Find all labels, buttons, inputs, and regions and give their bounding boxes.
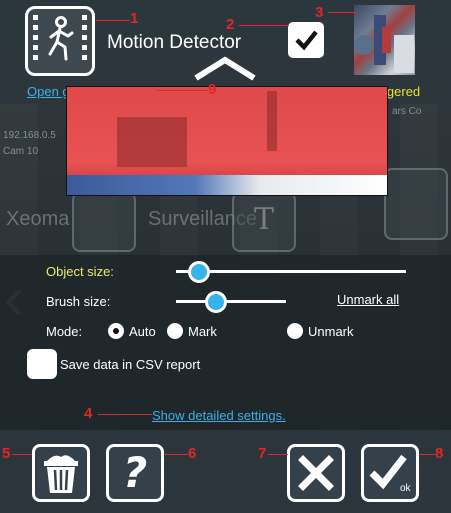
- callout-4: 4: [84, 405, 93, 422]
- question-mark-icon: ?: [122, 448, 148, 497]
- callout-line-9: [156, 90, 208, 91]
- callout-8: 8: [435, 445, 444, 462]
- help-button[interactable]: ?: [106, 444, 164, 502]
- callout-line-1: [96, 20, 130, 21]
- callout-7: 7: [258, 445, 267, 462]
- mode-auto-label[interactable]: Auto: [129, 324, 156, 339]
- callout-3: 3: [315, 4, 324, 21]
- csv-report-label: Save data in CSV report: [60, 357, 201, 372]
- enable-checkbox[interactable]: [288, 22, 324, 58]
- callout-line-5: [12, 454, 32, 455]
- page-title: Motion Detector: [107, 32, 242, 53]
- radio-selected-dot: [113, 328, 119, 334]
- settings-panel: [0, 255, 451, 430]
- camera-thumbnail: [354, 5, 415, 75]
- mode-unmark-radio[interactable]: [287, 323, 303, 339]
- unmarked-zone: [67, 175, 387, 195]
- brush-size-track[interactable]: [176, 300, 286, 303]
- bg-cam-text: Cam 10: [3, 146, 39, 157]
- cancel-button[interactable]: [287, 444, 345, 502]
- callout-line-7: [268, 454, 288, 455]
- object-size-label: Object size:: [46, 264, 114, 279]
- mode-auto-radio[interactable]: [108, 323, 124, 339]
- delete-button[interactable]: [32, 444, 90, 502]
- callout-5: 5: [2, 445, 11, 462]
- close-icon: [298, 455, 334, 491]
- bg-side-text: ars Co: [392, 106, 422, 117]
- bg-text-icon: T: [232, 192, 296, 252]
- callout-line-4: [98, 414, 152, 415]
- object-size-slider-handle[interactable]: [188, 261, 210, 283]
- bg-ip-text: 192.168.0.5: [3, 130, 56, 141]
- brush-size-slider-handle[interactable]: [204, 291, 227, 313]
- callout-line-3: [328, 12, 358, 13]
- callout-6: 6: [188, 445, 197, 462]
- callout-1: 1: [130, 10, 139, 27]
- object-size-track[interactable]: [176, 270, 406, 273]
- callout-line-6: [164, 454, 188, 455]
- callout-line-8: [419, 454, 435, 455]
- ok-label: ok: [400, 483, 411, 494]
- bg-camera-icon: [72, 192, 136, 252]
- marked-zone: [67, 87, 387, 175]
- callout-2: 2: [226, 16, 235, 33]
- mode-label: Mode:: [46, 324, 83, 339]
- mode-unmark-label[interactable]: Unmark: [308, 324, 354, 339]
- callout-line-2: [239, 25, 289, 26]
- bg-brand-text: Xeoma: [6, 208, 70, 230]
- motion-detector-icon: [25, 6, 95, 76]
- ok-button[interactable]: ok: [361, 444, 419, 502]
- detection-zone-preview[interactable]: [66, 86, 388, 196]
- checkmark-icon: [295, 30, 318, 51]
- callout-9: 9: [208, 81, 217, 98]
- collapse-chevron-icon[interactable]: [192, 55, 258, 81]
- show-detailed-settings-link[interactable]: Show detailed settings.: [152, 408, 286, 423]
- mode-mark-label[interactable]: Mark: [188, 324, 217, 339]
- bg-motion-icon: [384, 168, 448, 240]
- csv-report-checkbox[interactable]: [27, 349, 57, 379]
- trash-icon: [44, 455, 78, 493]
- mode-mark-radio[interactable]: [167, 323, 183, 339]
- unmark-all-link[interactable]: Unmark all: [337, 292, 399, 307]
- brush-size-label: Brush size:: [46, 294, 111, 309]
